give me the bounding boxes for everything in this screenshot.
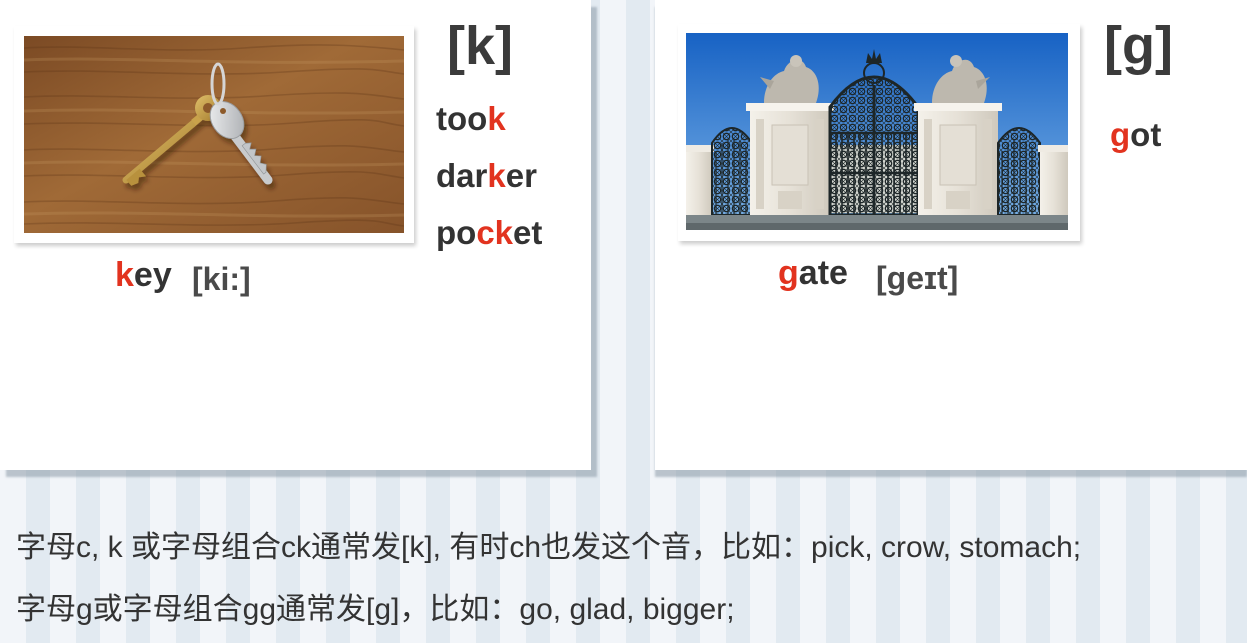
- highlighted-letters: k: [487, 100, 506, 137]
- right-wall: [1038, 145, 1068, 215]
- right-stone-pillar: [914, 103, 1002, 215]
- highlighted-letters: k: [115, 256, 134, 294]
- example-word: took: [436, 90, 542, 147]
- highlighted-letters: g: [778, 254, 799, 292]
- phonetic-transcription: [geɪt]: [876, 260, 959, 296]
- phonetic-transcription: [ki:]: [192, 261, 251, 297]
- highlighted-letters: k: [487, 157, 506, 194]
- gate-photo: [686, 33, 1068, 230]
- sound-card-g: [g] got gate [geɪt]: [655, 0, 1247, 470]
- word-part: too: [436, 100, 488, 137]
- highlighted-letters: ck: [476, 214, 514, 251]
- word-part: ate: [798, 254, 848, 292]
- example-word: darker: [436, 147, 542, 204]
- pronunciation-note: 字母g或字母组合gg通常发[g]，比如：go, glad, bigger;: [16, 593, 735, 626]
- sound-card-k: [k] took darker pocket key [ki:]: [0, 0, 591, 470]
- example-word: got: [1110, 106, 1161, 163]
- word-part: dar: [436, 157, 488, 194]
- example-words: took darker pocket: [436, 90, 542, 261]
- phoneme-symbol: [k]: [447, 16, 513, 76]
- example-word: pocket: [436, 204, 542, 261]
- word-part: et: [513, 214, 543, 251]
- highlighted-letters: g: [1110, 116, 1131, 153]
- pronunciation-notes: 字母c, k 或字母组合ck通常发[k], 有时ch也发这个音，比如：pick,…: [16, 517, 1081, 641]
- left-side-gate: [711, 127, 753, 216]
- left-wall: [686, 145, 714, 215]
- word-part: po: [436, 214, 477, 251]
- word-part: ot: [1130, 116, 1162, 153]
- photo-frame: [14, 26, 414, 243]
- word-part: er: [505, 157, 537, 194]
- pronunciation-note: 字母c, k 或字母组合ck通常发[k], 有时ch也发这个音，比如：pick,…: [16, 531, 1082, 564]
- photo-frame: [678, 24, 1080, 241]
- key-photo: [24, 36, 404, 233]
- keyword: gate: [778, 256, 848, 290]
- phoneme-symbol: [g]: [1104, 16, 1173, 76]
- word-part: ey: [133, 256, 172, 294]
- ground: [686, 215, 1068, 230]
- slide: [k] took darker pocket key [ki:] [g] got…: [0, 0, 1247, 643]
- keyword: key: [115, 258, 172, 292]
- example-words: got: [1110, 106, 1161, 163]
- left-stone-pillar: [746, 103, 834, 215]
- right-side-gate: [997, 127, 1041, 216]
